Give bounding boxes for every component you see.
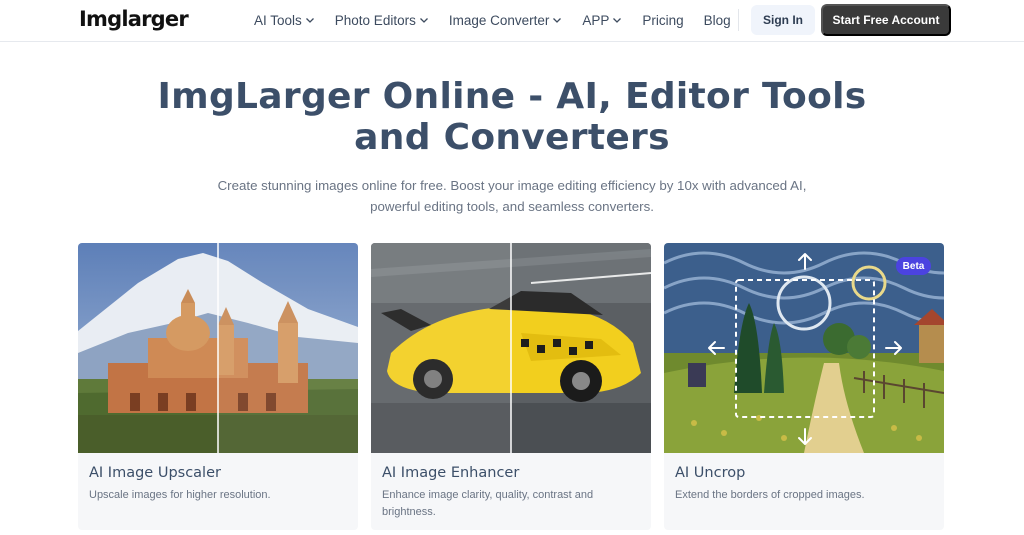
card-description: Enhance image clarity, quality, contrast… — [382, 489, 594, 518]
card-ai-uncrop[interactable]: Beta AI Uncrop Extend the borders of cro… — [664, 243, 944, 530]
sign-in-button[interactable]: Sign In — [751, 5, 815, 35]
nav-photo-editors[interactable]: Photo Editors — [335, 13, 429, 28]
page-subtitle-line-2: powerful editing tools, and seamless con… — [370, 199, 654, 214]
card-title: AI Image Upscaler — [89, 465, 221, 481]
beta-badge: Beta — [896, 257, 931, 275]
card-ai-image-upscaler[interactable]: AI Image Upscaler Upscale images for hig… — [78, 243, 358, 530]
nav-photo-editors-label: Photo Editors — [334, 12, 416, 28]
nav-blog-label: Blog — [703, 12, 731, 28]
card-title: AI Image Enhancer — [382, 465, 520, 481]
nav-ai-tools-label: AI Tools — [254, 12, 302, 28]
main-nav: AI Tools Photo Editors Image Converter A… — [254, 0, 751, 40]
enhancer-preview-image — [371, 243, 651, 453]
page-title: ImgLarger Online - AI, Editor Tools and … — [112, 76, 912, 158]
page-title-line-1: ImgLarger Online - AI, Editor Tools — [157, 76, 867, 117]
nav-blog[interactable]: Blog — [704, 13, 731, 28]
page-title-line-2: and Converters — [354, 117, 670, 158]
start-free-account-button[interactable]: Start Free Account — [821, 4, 951, 36]
nav-pricing-label: Pricing — [642, 12, 684, 28]
page-subtitle-line-1: Create stunning images online for free. … — [217, 178, 807, 193]
chevron-down-icon — [552, 15, 562, 25]
card-ai-image-enhancer[interactable]: AI Image Enhancer Enhance image clarity,… — [371, 243, 651, 530]
imglarger-logo[interactable]: Imglarger — [79, 7, 189, 31]
nav-pricing[interactable]: Pricing — [642, 13, 683, 28]
nav-ai-tools[interactable]: AI Tools — [254, 13, 315, 28]
card-title: AI Uncrop — [675, 465, 746, 481]
card-description: Upscale images for higher resolution. — [89, 489, 271, 501]
nav-image-converter[interactable]: Image Converter — [449, 13, 563, 28]
nav-app-label: APP — [582, 12, 610, 28]
top-navbar: Imglarger AI Tools Photo Editors Image C… — [0, 0, 1024, 42]
nav-image-converter-label: Image Converter — [448, 12, 550, 28]
chevron-down-icon — [305, 15, 315, 25]
nav-app[interactable]: APP — [582, 13, 622, 28]
page-subtitle: Create stunning images online for free. … — [180, 175, 844, 217]
nav-divider — [738, 9, 739, 31]
upscaler-preview-image — [78, 243, 358, 453]
chevron-down-icon — [612, 15, 622, 25]
card-description: Extend the borders of cropped images. — [675, 489, 865, 501]
chevron-down-icon — [419, 15, 429, 25]
